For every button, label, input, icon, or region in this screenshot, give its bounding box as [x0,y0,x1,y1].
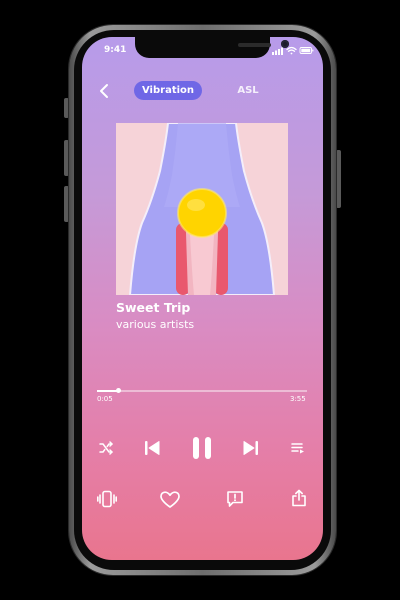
progress-fill [97,390,118,392]
battery-icon [299,47,314,54]
power-button [336,150,341,208]
pause-button[interactable] [190,435,214,461]
album-artwork [116,123,288,295]
earpiece-speaker [238,43,271,47]
heart-icon [160,491,180,508]
elapsed-time: 0:05 [97,395,113,403]
shuffle-button[interactable] [99,441,113,455]
next-icon [243,441,258,455]
next-button[interactable] [242,439,260,457]
share-button[interactable] [291,489,307,507]
previous-button[interactable] [143,439,161,457]
track-title: Sweet Trip [116,300,191,315]
player-screen: 9:41 Vibration ASL Sweet Trip various ar… [82,37,323,560]
progress-knob[interactable] [116,388,121,393]
track-artist: various artists [116,318,195,331]
lyrics-button[interactable] [226,490,244,508]
progress-bar[interactable] [97,388,307,393]
vibration-icon [97,490,117,508]
tab-vibration[interactable]: Vibration [134,81,202,100]
share-icon [292,489,306,507]
tab-asl[interactable]: ASL [232,81,264,100]
notch [135,37,289,58]
queue-icon [291,443,304,454]
chevron-left-icon [100,84,108,98]
lyrics-icon [227,491,243,507]
total-duration: 3:55 [290,395,306,403]
stage: 9:41 Vibration ASL Sweet Trip various ar… [0,0,400,600]
signal-icon [272,47,283,55]
status-time: 9:41 [104,45,127,55]
wifi-icon [286,46,297,55]
pause-icon [193,437,211,459]
queue-button[interactable] [291,442,305,454]
previous-icon [145,441,160,455]
favorite-button[interactable] [160,491,180,509]
shuffle-icon [99,441,113,455]
status-icons [272,46,314,55]
back-button[interactable] [98,83,112,99]
vibration-button[interactable] [97,490,117,508]
